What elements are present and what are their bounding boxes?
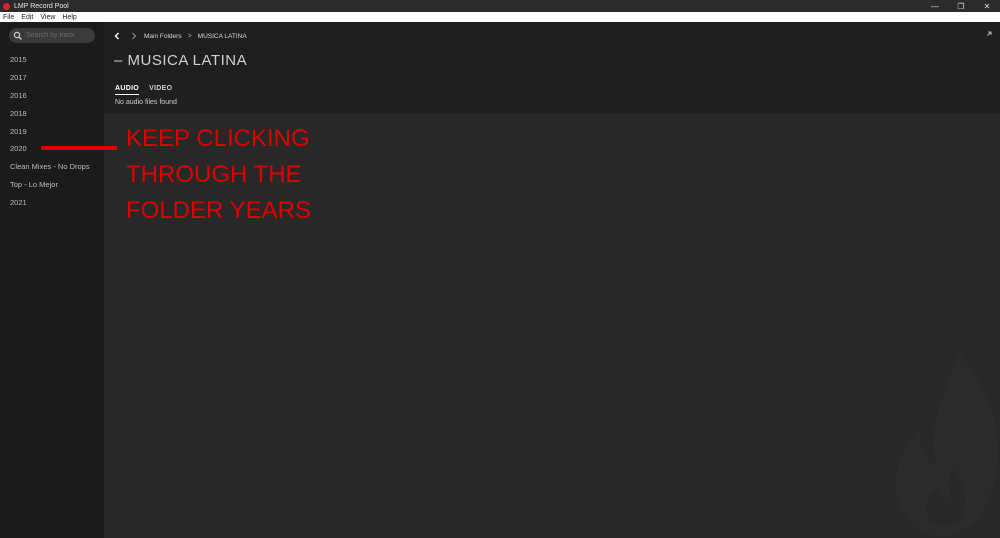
window-title: LMP Record Pool <box>14 2 69 10</box>
sidebar: 2015 2017 2016 2018 2019 2020 Clean Mixe… <box>0 22 104 538</box>
folder-header: Main Folders > MUSICA LATINA – MUSICA LA… <box>104 22 1000 114</box>
menu-edit[interactable]: Edit <box>21 14 33 21</box>
breadcrumb-current: MUSICA LATINA <box>197 33 247 40</box>
breadcrumb-separator: > <box>187 33 192 40</box>
sidebar-item-clean-mixes[interactable]: Clean Mixes - No Drops <box>0 158 104 176</box>
sidebar-item-2015[interactable]: 2015 <box>0 51 104 69</box>
chevron-right-icon <box>132 32 137 40</box>
sidebar-item-2019[interactable]: 2019 <box>0 122 104 140</box>
sidebar-item-2016[interactable]: 2016 <box>0 87 104 105</box>
sidebar-item-2018[interactable]: 2018 <box>0 104 104 122</box>
folder-list: 2015 2017 2016 2018 2019 2020 Clean Mixe… <box>0 51 104 211</box>
close-button[interactable]: ✕ <box>974 0 1000 12</box>
restore-button[interactable]: ❐ <box>948 0 974 12</box>
annotation-pointer-line <box>41 146 117 150</box>
breadcrumb: Main Folders > MUSICA LATINA <box>144 33 247 40</box>
search-box[interactable] <box>9 28 95 43</box>
media-tabs: AUDIO VIDEO <box>115 85 172 95</box>
menu-view[interactable]: View <box>40 14 55 21</box>
breadcrumb-root[interactable]: Main Folders <box>144 33 182 40</box>
history-nav <box>112 31 139 41</box>
search-icon <box>13 31 22 40</box>
menu-help[interactable]: Help <box>62 14 76 21</box>
sidebar-item-top-lo-mejor[interactable]: Top - Lo Mejor <box>0 176 104 194</box>
menu-file[interactable]: File <box>3 14 14 21</box>
main-panel: Main Folders > MUSICA LATINA – MUSICA LA… <box>104 22 1000 538</box>
sidebar-item-2021[interactable]: 2021 <box>0 193 104 211</box>
forward-button[interactable] <box>129 31 139 41</box>
window-controls: — ❐ ✕ <box>922 0 1000 12</box>
tab-video[interactable]: VIDEO <box>149 85 172 95</box>
expand-icon[interactable] <box>984 31 992 39</box>
minimize-button[interactable]: — <box>922 0 948 12</box>
annotation-text: KEEP CLICKING THROUGH THE FOLDER YEARS <box>126 125 311 224</box>
tab-audio[interactable]: AUDIO <box>115 85 140 95</box>
title-bar: LMP Record Pool — ❐ ✕ <box>0 0 1000 12</box>
back-button[interactable] <box>112 31 122 41</box>
sidebar-item-2017[interactable]: 2017 <box>0 69 104 87</box>
chevron-left-icon <box>114 32 119 40</box>
app-icon <box>3 2 10 10</box>
page-title: – MUSICA LATINA <box>114 52 248 69</box>
flame-logo <box>895 353 999 537</box>
empty-state-message: No audio files found <box>115 99 177 106</box>
menu-bar: File Edit View Help <box>0 12 1000 22</box>
search-input[interactable] <box>26 32 94 39</box>
